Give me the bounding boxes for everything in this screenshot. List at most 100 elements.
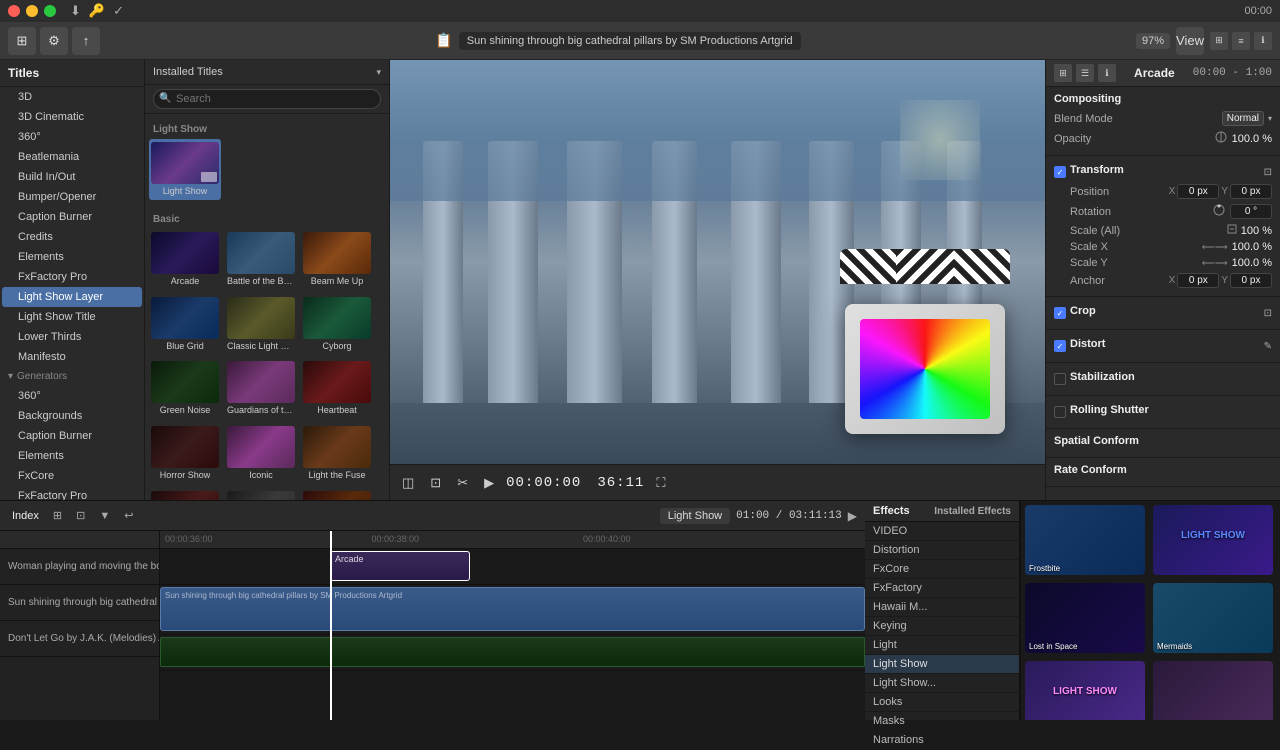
- preview-light-show-1[interactable]: LIGHT SHOW: [1153, 505, 1273, 575]
- thumb-greennoise[interactable]: Green Noise: [149, 358, 221, 419]
- preview-lost-in-space[interactable]: Lost in Space: [1025, 583, 1145, 653]
- sidebar-item-beatlemania[interactable]: Beatlemania: [2, 147, 142, 167]
- distort-checkbox[interactable]: ✓: [1054, 340, 1066, 352]
- position-y-field[interactable]: 0 px: [1230, 184, 1272, 199]
- tl-btn-1[interactable]: ⊞: [49, 507, 66, 524]
- view-mode-button[interactable]: ◫: [398, 473, 418, 493]
- thumb-multicolor[interactable]: Multicolor: [301, 488, 373, 500]
- preview-light-show-2[interactable]: LIGHT SHOW: [1025, 661, 1145, 720]
- inspector-icon-2[interactable]: ☰: [1076, 64, 1094, 82]
- anchor-y-field[interactable]: 0 px: [1230, 273, 1272, 288]
- thumb-classicspill[interactable]: Classic Light Spill: [225, 294, 297, 355]
- effects-light[interactable]: Light: [865, 636, 1019, 655]
- effects-keying[interactable]: Keying: [865, 617, 1019, 636]
- sidebar-item-buildinout[interactable]: Build In/Out: [2, 167, 142, 187]
- search-input[interactable]: [153, 89, 381, 109]
- sidebar-item-360[interactable]: 360°: [2, 127, 142, 147]
- thumb-matchstick[interactable]: Matchstick: [149, 488, 221, 500]
- sidebar-gen-fxfactory[interactable]: FxFactory Pro: [2, 486, 142, 500]
- thumb-michael[interactable]: Michael: [225, 488, 297, 500]
- list-icon[interactable]: ≡: [1232, 32, 1250, 50]
- thumb-beamup[interactable]: Beam Me Up: [301, 229, 373, 290]
- thumb-horror[interactable]: Horror Show: [149, 423, 221, 484]
- sidebar-gen-backgrounds[interactable]: Backgrounds: [2, 406, 142, 426]
- generators-group[interactable]: Generators: [0, 367, 144, 386]
- thumb-guardians[interactable]: Guardians of the Retro: [225, 358, 297, 419]
- effects-distortion[interactable]: Distortion: [865, 541, 1019, 560]
- grid-icon[interactable]: ⊞: [1210, 32, 1228, 50]
- effects-looks[interactable]: Looks: [865, 693, 1019, 712]
- effects-video[interactable]: VIDEO: [865, 522, 1019, 541]
- preview-mordecai[interactable]: Mordecai: [1153, 661, 1273, 720]
- maximize-button[interactable]: [44, 5, 56, 17]
- sidebar-item-credits[interactable]: Credits: [2, 227, 142, 247]
- thumb-light-show[interactable]: Light Show: [149, 139, 221, 200]
- installed-titles-dropdown[interactable]: Installed Titles: [153, 66, 223, 78]
- inspector-icon-1[interactable]: ⊞: [1054, 64, 1072, 82]
- clip-main[interactable]: Sun shining through big cathedral pillar…: [160, 587, 865, 631]
- index-button[interactable]: Index: [8, 508, 43, 524]
- info-icon[interactable]: ℹ: [1254, 32, 1272, 50]
- view-button[interactable]: View: [1176, 27, 1204, 55]
- thumb-iconic[interactable]: Iconic: [225, 423, 297, 484]
- blend-mode-dropdown[interactable]: Normal: [1222, 111, 1264, 126]
- sidebar-item-light-show-title[interactable]: Light Show Title: [2, 307, 142, 327]
- tl-nav-back[interactable]: ↩: [120, 507, 137, 524]
- thumb-battle[interactable]: Battle of the Bulge: [225, 229, 297, 290]
- clip-audio[interactable]: [160, 637, 865, 667]
- toolbar-btn-1[interactable]: ⊞: [8, 27, 36, 55]
- thumb-arcade[interactable]: Arcade: [149, 229, 221, 290]
- timeline-tracks[interactable]: 00:00:36:00 00:00:38:00 00:00:40:00 Arca…: [160, 531, 865, 720]
- effects-fxcore[interactable]: FxCore: [865, 560, 1019, 579]
- position-x-field[interactable]: 0 px: [1177, 184, 1219, 199]
- inspector-icon-3[interactable]: ℹ: [1098, 64, 1116, 82]
- transform-reset-icon[interactable]: ⊡: [1264, 167, 1272, 178]
- effects-fxfactory[interactable]: FxFactory: [865, 579, 1019, 598]
- sidebar-item-caption-burner[interactable]: Caption Burner: [2, 207, 142, 227]
- thumb-lightfuse[interactable]: Light the Fuse: [301, 423, 373, 484]
- rotation-dial[interactable]: [1212, 203, 1226, 220]
- viewer-content[interactable]: [390, 60, 1045, 464]
- crop-button[interactable]: ✂: [453, 473, 472, 493]
- play-button[interactable]: ▶: [480, 473, 498, 493]
- close-button[interactable]: [8, 5, 20, 17]
- effects-hawaii[interactable]: Hawaii M...: [865, 598, 1019, 617]
- rolling-shutter-checkbox[interactable]: [1054, 406, 1066, 418]
- sidebar-item-fxfactory[interactable]: FxFactory Pro: [2, 267, 142, 287]
- thumb-heartbeat[interactable]: Heartbeat: [301, 358, 373, 419]
- effects-light-show[interactable]: Light Show: [865, 655, 1019, 674]
- sidebar-gen-elements[interactable]: Elements: [2, 446, 142, 466]
- distort-icon[interactable]: ✎: [1264, 341, 1272, 352]
- sidebar-item-elements[interactable]: Elements: [2, 247, 142, 267]
- transform-button[interactable]: ⊡: [426, 473, 445, 493]
- transform-checkbox[interactable]: ✓: [1054, 166, 1066, 178]
- rotation-value[interactable]: 0 °: [1230, 204, 1272, 219]
- tl-btn-3[interactable]: ▼: [95, 508, 114, 524]
- fullscreen-button[interactable]: ⛶: [652, 473, 669, 493]
- sidebar-gen-360[interactable]: 360°: [2, 386, 142, 406]
- sidebar-item-bumper[interactable]: Bumper/Opener: [2, 187, 142, 207]
- toolbar-btn-3[interactable]: ↑: [72, 27, 100, 55]
- sidebar-gen-fxcore[interactable]: FxCore: [2, 466, 142, 486]
- thumb-bluegrid[interactable]: Blue Grid: [149, 294, 221, 355]
- preview-frostbite[interactable]: Frostbite: [1025, 505, 1145, 575]
- tl-btn-2[interactable]: ⊡: [72, 507, 89, 524]
- anchor-x-field[interactable]: 0 px: [1177, 273, 1219, 288]
- toolbar-btn-2[interactable]: ⚙: [40, 27, 68, 55]
- timeline-expand-btn[interactable]: ▶: [848, 509, 857, 523]
- sidebar-item-3d-cinematic[interactable]: 3D Cinematic: [2, 107, 142, 127]
- crop-icon[interactable]: ⊡: [1264, 308, 1272, 319]
- sidebar-gen-caption[interactable]: Caption Burner: [2, 426, 142, 446]
- stabilization-checkbox[interactable]: [1054, 373, 1066, 385]
- preview-mermaids[interactable]: Mermaids: [1153, 583, 1273, 653]
- thumb-cyborg[interactable]: Cyborg: [301, 294, 373, 355]
- sidebar-item-light-show-layer[interactable]: Light Show Layer: [2, 287, 142, 307]
- sidebar-item-lower-thirds[interactable]: Lower Thirds: [2, 327, 142, 347]
- effects-light-show-2[interactable]: Light Show...: [865, 674, 1019, 693]
- sidebar-item-3d[interactable]: 3D: [2, 87, 142, 107]
- opacity-slider[interactable]: [1214, 130, 1228, 147]
- crop-checkbox[interactable]: ✓: [1054, 307, 1066, 319]
- effects-narrations[interactable]: Narrations: [865, 731, 1019, 750]
- clip-arcade[interactable]: Arcade: [330, 551, 470, 581]
- scale-all-icon[interactable]: [1227, 224, 1237, 237]
